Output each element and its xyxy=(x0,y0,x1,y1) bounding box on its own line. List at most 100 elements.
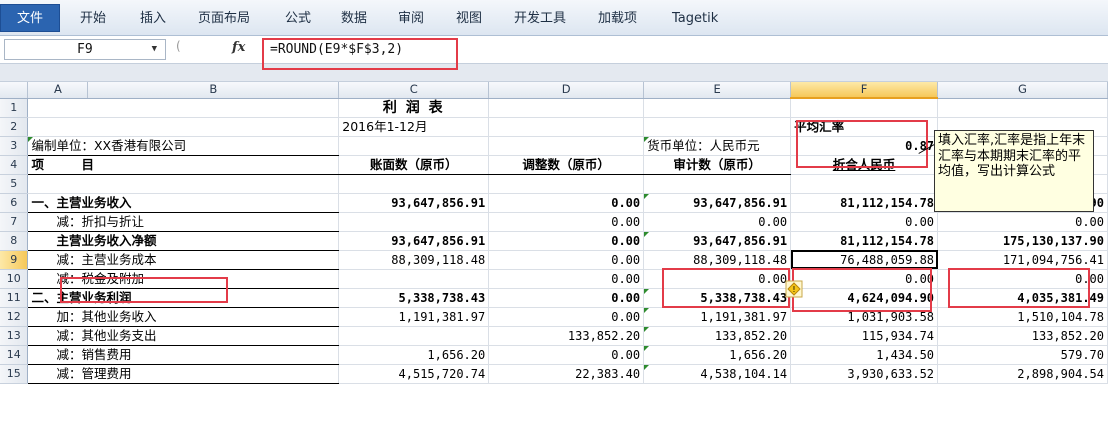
insert-function-button[interactable]: fx xyxy=(232,40,245,55)
cell-c[interactable]: 88,309,118.48 xyxy=(338,250,490,270)
cell-f[interactable] xyxy=(790,174,939,194)
row-header[interactable]: 7 xyxy=(0,212,29,232)
cell-a[interactable]: 二、主营业务利润 xyxy=(27,288,340,308)
cell-a[interactable] xyxy=(27,174,340,194)
tab-insert[interactable]: 插入 xyxy=(140,6,166,32)
row-header[interactable]: 8 xyxy=(0,231,29,251)
cell-a[interactable]: 减：其他业务支出 xyxy=(27,326,340,346)
column-header-c[interactable]: C xyxy=(338,82,490,99)
cell-a[interactable]: 减：主营业务成本 xyxy=(27,250,340,270)
cell-g[interactable]: 1,510,104.78 xyxy=(937,307,1108,327)
column-header-b[interactable]: B xyxy=(87,82,340,99)
cell-d[interactable] xyxy=(488,174,645,194)
cell-f[interactable]: 1,434.50 xyxy=(790,345,939,365)
cell-g[interactable]: 0.00 xyxy=(937,212,1108,232)
tab-data[interactable]: 数据 xyxy=(341,6,367,32)
row-header[interactable]: 1 xyxy=(0,98,29,118)
cell-g[interactable]: 133,852.20 xyxy=(937,326,1108,346)
cell-g[interactable]: 175,130,137.90 xyxy=(937,231,1108,251)
cell-a[interactable] xyxy=(27,117,340,137)
name-box[interactable]: F9 ▼ xyxy=(4,39,166,60)
cell-g[interactable]: 2,898,904.54 xyxy=(937,364,1108,384)
cell-a[interactable]: 减：管理费用 xyxy=(27,364,340,384)
cell-d[interactable]: 0.00 xyxy=(488,231,645,251)
row-header[interactable]: 3 xyxy=(0,136,29,156)
cell-f[interactable]: 81,112,154.78 xyxy=(790,193,939,213)
formula-input[interactable]: =ROUND(E9*$F$3,2) xyxy=(264,37,1106,62)
tab-file[interactable]: 文件 xyxy=(0,4,60,32)
row-header[interactable]: 9 xyxy=(0,250,29,270)
cell-e[interactable]: 5,338,738.43 xyxy=(643,288,792,308)
cell-e[interactable]: 1,656.20 xyxy=(643,345,792,365)
cell-f[interactable]: 0.87 xyxy=(790,136,939,156)
cell-d[interactable]: 22,383.40 xyxy=(488,364,645,384)
cell-d[interactable]: 调整数（原币） xyxy=(488,155,645,175)
row-header[interactable]: 11 xyxy=(0,288,29,308)
row-header[interactable]: 14 xyxy=(0,345,29,365)
cell-a[interactable]: 加：其他业务收入 xyxy=(27,307,340,327)
cell-f[interactable]: 81,112,154.78 xyxy=(790,231,939,251)
cell-a[interactable] xyxy=(27,98,340,118)
column-header-d[interactable]: D xyxy=(488,82,645,99)
cell-comment-note[interactable]: 填入汇率,汇率是指上年末汇率与本期期末汇率的平均值，写出计算公式 xyxy=(934,130,1094,212)
cell-g[interactable] xyxy=(937,98,1108,118)
cell-d[interactable]: 0.00 xyxy=(488,307,645,327)
cell-e[interactable]: 4,538,104.14 xyxy=(643,364,792,384)
cell-e[interactable]: 审计数（原币） xyxy=(643,155,792,175)
cell-f[interactable]: 平均汇率 xyxy=(790,117,939,137)
cell-f[interactable]: 0.00 xyxy=(790,269,939,289)
cell-c[interactable]: 4,515,720.74 xyxy=(338,364,490,384)
cell-a[interactable]: 主营业务收入净额 xyxy=(27,231,340,251)
tab-addins[interactable]: 加载项 xyxy=(598,6,637,32)
tab-view[interactable]: 视图 xyxy=(456,6,482,32)
cell-e[interactable]: 133,852.20 xyxy=(643,326,792,346)
cell-e[interactable] xyxy=(643,98,792,118)
cell-a[interactable]: 减：折扣与折让 xyxy=(27,212,340,232)
cell-f[interactable]: 0.00 xyxy=(790,212,939,232)
cell-f[interactable]: 4,624,094.90 xyxy=(790,288,939,308)
cell-d[interactable]: 0.00 xyxy=(488,212,645,232)
cell-a[interactable]: 减：税金及附加 xyxy=(27,269,340,289)
cell-e[interactable]: 88,309,118.48 xyxy=(643,250,792,270)
cell-a[interactable]: 减：销售费用 xyxy=(27,345,340,365)
row-header[interactable]: 15 xyxy=(0,364,29,384)
row-header[interactable]: 4 xyxy=(0,155,29,175)
column-header-g[interactable]: G xyxy=(937,82,1108,99)
cell-e[interactable] xyxy=(643,174,792,194)
cell-e[interactable]: 1,191,381.97 xyxy=(643,307,792,327)
cell-d[interactable]: 0.00 xyxy=(488,193,645,213)
cell-d[interactable] xyxy=(488,98,645,118)
cell-c[interactable]: 2016年1-12月 xyxy=(338,117,490,137)
cell-f[interactable]: 折合人民币 xyxy=(790,155,939,175)
row-header[interactable]: 2 xyxy=(0,117,29,137)
cell-c[interactable]: 1,656.20 xyxy=(338,345,490,365)
cell-c[interactable]: 93,647,856.91 xyxy=(338,231,490,251)
cell-f[interactable]: 115,934.74 xyxy=(790,326,939,346)
column-header-e[interactable]: E xyxy=(643,82,792,99)
cell-g[interactable]: 171,094,756.41 xyxy=(937,250,1108,270)
cell-c[interactable] xyxy=(338,136,490,156)
cell-a[interactable]: 项 目 xyxy=(27,155,340,175)
cell-c[interactable] xyxy=(338,212,490,232)
cell-f9-selected[interactable]: 76,488,059.88 xyxy=(790,250,939,270)
cell-d[interactable] xyxy=(488,117,645,137)
cell-a[interactable]: 一、主营业务收入 xyxy=(27,193,340,213)
cell-f[interactable]: 3,930,633.52 xyxy=(790,364,939,384)
row-header[interactable]: 5 xyxy=(0,174,29,194)
worksheet-grid[interactable]: A B C D E F G 1 利 润 表 2 2016年1-12月 平均汇率 3 编制单位… xyxy=(0,82,1108,384)
cell-c[interactable]: 账面数（原币） xyxy=(338,155,490,175)
select-all-corner[interactable] xyxy=(0,82,29,99)
cell-c[interactable]: 利 润 表 xyxy=(338,98,490,118)
cell-f[interactable] xyxy=(790,98,939,118)
cell-e[interactable]: 93,647,856.91 xyxy=(643,231,792,251)
cell-c[interactable] xyxy=(338,174,490,194)
cell-e[interactable] xyxy=(643,117,792,137)
tab-formulas[interactable]: 公式 xyxy=(285,6,311,32)
tab-home[interactable]: 开始 xyxy=(80,6,106,32)
cell-d[interactable]: 0.00 xyxy=(488,345,645,365)
row-header[interactable]: 12 xyxy=(0,307,29,327)
cell-g[interactable]: 0.00 xyxy=(937,269,1108,289)
warning-icon[interactable]: ! xyxy=(785,280,803,298)
formula-cancel-icon[interactable]: ( xyxy=(176,39,181,53)
tab-tagetik[interactable]: Tagetik xyxy=(672,6,718,32)
